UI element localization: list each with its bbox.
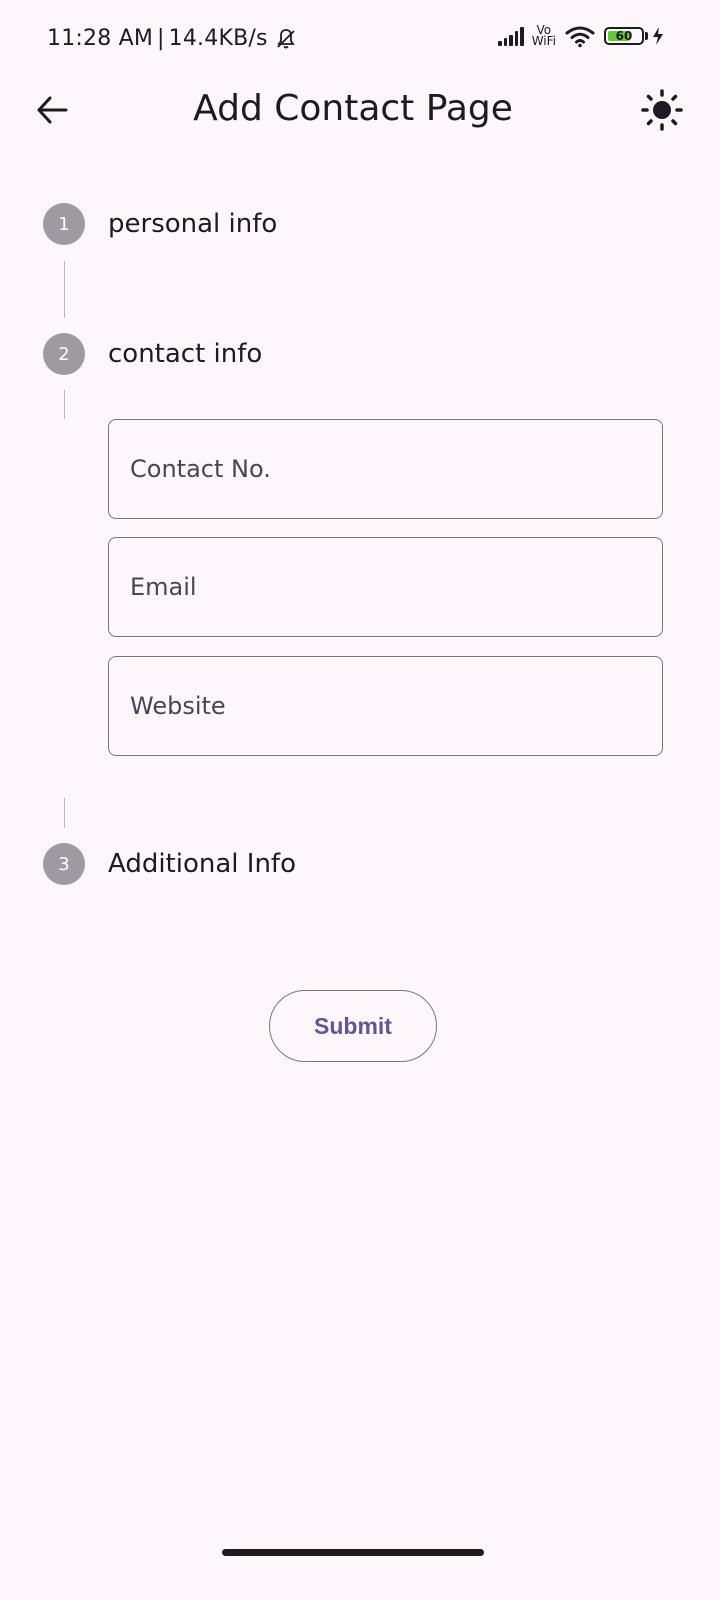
step-connector (64, 261, 65, 318)
status-separator: | (157, 26, 165, 51)
step-connector (64, 798, 65, 828)
sun-icon (640, 88, 684, 132)
vowifi-bottom: WiFi (531, 34, 556, 48)
signal-icon (498, 26, 524, 46)
wifi-icon (564, 24, 596, 48)
step-label: Additional Info (108, 849, 296, 879)
step-number-circle: 1 (43, 203, 85, 245)
battery-level: 60 (615, 29, 633, 43)
status-left: 11:28 AM | 14.4KB/s (47, 26, 298, 51)
status-time: 11:28 AM (47, 26, 154, 51)
email-field[interactable] (108, 537, 663, 637)
contact-number-field[interactable] (108, 419, 663, 519)
vowifi-icon: Vo WiFi (531, 24, 556, 48)
step-contact-info[interactable]: 2 contact info (43, 333, 262, 375)
step-label: contact info (108, 339, 263, 369)
status-bar: 11:28 AM | 14.4KB/s Vo WiFi 60 (0, 0, 720, 80)
theme-toggle-button[interactable] (638, 86, 686, 134)
charging-icon (652, 26, 664, 46)
battery-cap (645, 32, 648, 40)
battery-icon: 60 (604, 27, 648, 45)
page-title: Add Contact Page (193, 88, 513, 129)
step-additional-info[interactable]: 3 Additional Info (43, 843, 296, 885)
submit-button[interactable]: Submit (269, 990, 437, 1062)
bell-off-icon (274, 27, 298, 51)
step-connector (64, 390, 65, 419)
step-number-circle: 3 (43, 843, 85, 885)
network-speed: 14.4KB/s (168, 26, 268, 51)
step-number-circle: 2 (43, 333, 85, 375)
step-label: personal info (108, 209, 278, 239)
step-personal-info[interactable]: 1 personal info (43, 203, 277, 245)
home-indicator[interactable] (222, 1549, 484, 1556)
battery-body: 60 (604, 27, 644, 45)
status-right: Vo WiFi 60 (498, 24, 664, 48)
website-field[interactable] (108, 656, 663, 756)
